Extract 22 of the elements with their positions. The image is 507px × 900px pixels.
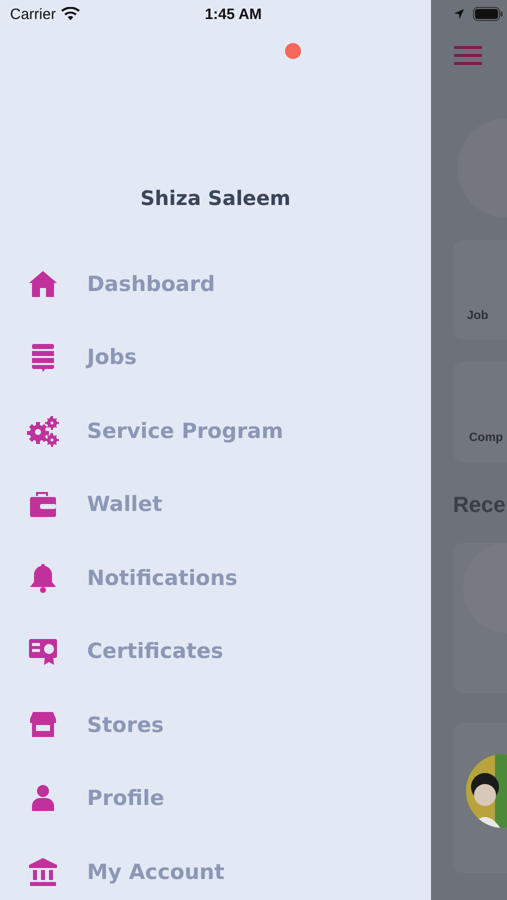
menu-item[interactable]: Wallet xyxy=(0,468,431,541)
menu-item[interactable]: Service Program xyxy=(0,394,431,468)
gears-icon xyxy=(27,414,59,447)
menu-item[interactable]: Profile xyxy=(0,762,431,835)
card-label: Comp xyxy=(469,430,503,444)
menu-item[interactable]: Notifications xyxy=(0,541,431,614)
menu-icon[interactable] xyxy=(454,46,482,66)
menu-item[interactable]: Stores xyxy=(0,688,431,762)
menu-item[interactable]: Dashboard xyxy=(0,247,431,320)
wifi-icon xyxy=(60,7,80,21)
battery-icon xyxy=(473,7,503,21)
status-dot xyxy=(285,43,301,59)
bank-icon xyxy=(27,856,59,888)
status-time: 1:45 AM xyxy=(204,6,262,22)
menu-item[interactable]: My Account xyxy=(0,835,431,900)
menu-item[interactable]: Jobs xyxy=(0,320,431,394)
bell-icon xyxy=(27,562,59,594)
card-label: Job xyxy=(467,308,488,322)
user-name: Shiza Saleem xyxy=(139,186,292,210)
location-icon xyxy=(453,8,465,20)
menu-item[interactable]: Certificates xyxy=(0,614,431,688)
carrier-label: Carrier xyxy=(10,6,56,22)
